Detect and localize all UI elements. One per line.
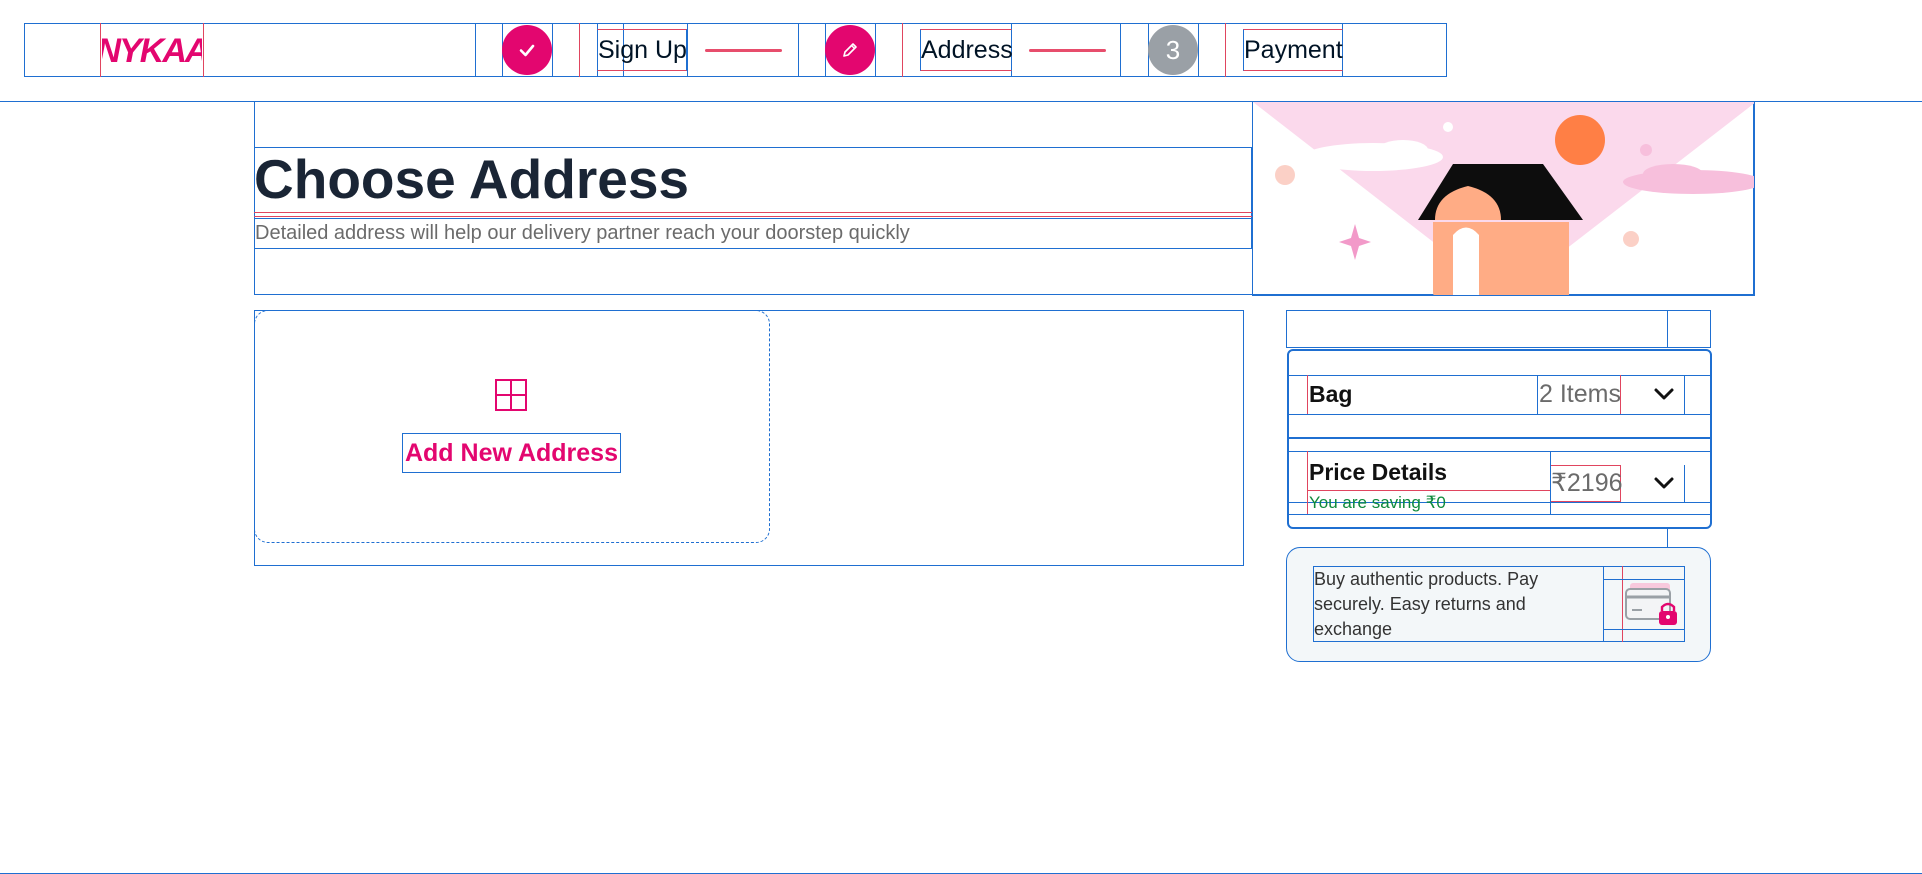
- step-signup-circle[interactable]: [502, 25, 552, 75]
- page-subtitle: Detailed address will help our delivery …: [255, 222, 910, 244]
- bag-label[interactable]: Bag: [1309, 378, 1352, 410]
- pencil-icon: [843, 43, 857, 57]
- bag-item-count[interactable]: 2 Items: [1539, 376, 1621, 412]
- chevron-down-icon[interactable]: [1651, 381, 1677, 407]
- step-payment-circle[interactable]: 3: [1148, 25, 1198, 75]
- step-signup-label[interactable]: Sign Up: [598, 30, 687, 70]
- secure-card-icon: [1625, 583, 1677, 625]
- step-address-label[interactable]: Address: [921, 30, 1013, 70]
- nykaa-logo[interactable]: NYKAA: [100, 23, 204, 77]
- page-title: Choose Address: [254, 148, 690, 210]
- step-payment-label[interactable]: Payment: [1244, 30, 1343, 70]
- check-icon: [519, 44, 535, 57]
- summary-top-spacer: [1286, 310, 1711, 348]
- chevron-down-icon[interactable]: [1651, 470, 1677, 496]
- price-total[interactable]: ₹2196: [1551, 466, 1623, 500]
- price-details-label[interactable]: Price Details: [1309, 456, 1447, 488]
- plus-icon: [495, 379, 527, 411]
- step-connector-1: [705, 49, 782, 52]
- step-connector-2: [1029, 49, 1106, 52]
- step-address-circle[interactable]: [825, 25, 875, 75]
- add-new-address-button[interactable]: Add New Address: [402, 433, 621, 473]
- trust-text: Buy authentic products. Pay securely. Ea…: [1314, 569, 1539, 639]
- saving-text: You are saving ₹0: [1309, 493, 1446, 512]
- step-payment-number: 3: [1165, 34, 1181, 65]
- nykaa-logo-mark: NYKAA: [102, 32, 202, 70]
- logo-text: NYKAA: [102, 32, 202, 70]
- house-illustration: [1252, 101, 1755, 296]
- house-illustration-art: [1253, 102, 1754, 295]
- add-new-address-card[interactable]: [254, 310, 770, 543]
